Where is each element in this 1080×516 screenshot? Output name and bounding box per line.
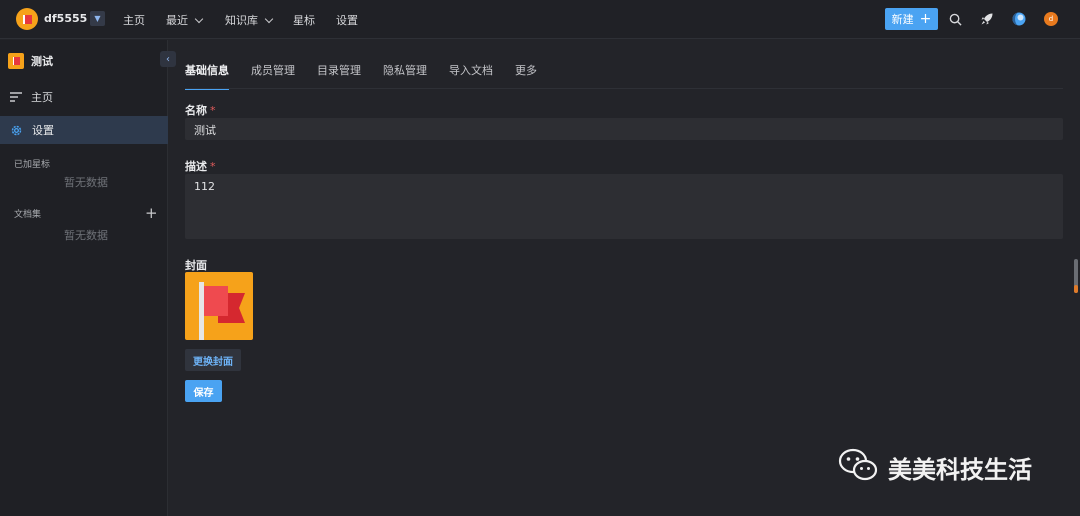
plus-icon: + xyxy=(919,11,932,27)
nav-recent[interactable]: 最近 xyxy=(166,12,204,28)
tab-basic-info[interactable]: 基础信息 xyxy=(185,62,229,90)
rocket-button[interactable] xyxy=(979,11,995,27)
section-starred-empty: 暂无数据 xyxy=(64,176,108,189)
section-collections-title: 文档集 xyxy=(14,210,42,220)
nav-home-label: 主页 xyxy=(123,14,145,27)
caret-down-icon: ▼ xyxy=(94,14,101,23)
change-cover-button[interactable]: 更换封面 xyxy=(185,349,241,371)
scrollbar-thumb[interactable] xyxy=(1074,259,1078,293)
sidebar-item-settings-label: 设置 xyxy=(32,124,54,137)
tab-members[interactable]: 成员管理 xyxy=(251,62,295,90)
workspace-name[interactable]: df5555 xyxy=(44,12,87,25)
theme-toggle-button[interactable] xyxy=(1011,11,1027,27)
tab-divider xyxy=(185,88,1063,89)
chevron-left-icon: ‹ xyxy=(166,53,170,65)
watermark: 美美科技生活 xyxy=(838,447,1032,487)
cover-image xyxy=(185,272,253,340)
rocket-icon xyxy=(981,13,993,25)
list-icon xyxy=(10,92,22,102)
search-icon xyxy=(949,13,962,26)
required-mark: * xyxy=(210,104,216,117)
gear-icon xyxy=(11,125,22,135)
book-icon xyxy=(8,53,24,69)
book-header[interactable]: 测试 xyxy=(8,53,53,69)
description-value: 112 xyxy=(194,180,215,193)
wechat-icon xyxy=(838,447,878,487)
nav-knowledge-base[interactable]: 知识库 xyxy=(225,12,274,28)
name-input-value: 测试 xyxy=(194,124,216,137)
chevron-down-icon xyxy=(194,14,204,23)
watermark-text: 美美科技生活 xyxy=(888,455,1032,484)
description-textarea[interactable]: 112 xyxy=(185,174,1063,239)
nav-settings[interactable]: 设置 xyxy=(336,12,358,28)
required-mark: * xyxy=(210,160,216,173)
sidebar-item-home[interactable]: 主页 xyxy=(0,83,168,111)
sidebar-item-settings[interactable]: 设置 xyxy=(0,116,168,144)
nav-starred-label: 星标 xyxy=(293,14,315,27)
theme-icon xyxy=(1012,12,1026,26)
nav-starred[interactable]: 星标 xyxy=(293,12,315,28)
cover-label: 封面 xyxy=(185,259,207,272)
flag-icon xyxy=(22,14,32,24)
top-bar: df5555 ▼ 主页 最近 知识库 星标 设置 新建 + d xyxy=(0,0,1080,39)
tab-import[interactable]: 导入文档 xyxy=(449,62,493,90)
search-button[interactable] xyxy=(947,11,963,27)
avatar-letter: d xyxy=(1048,15,1054,23)
nav-settings-label: 设置 xyxy=(336,14,358,27)
plus-icon: + xyxy=(145,204,158,222)
sidebar-item-home-label: 主页 xyxy=(31,91,53,104)
tab-privacy[interactable]: 隐私管理 xyxy=(383,62,427,90)
name-label-text: 名称 xyxy=(185,104,207,117)
section-collections-empty: 暂无数据 xyxy=(64,229,108,242)
workspace-dropdown-button[interactable]: ▼ xyxy=(90,11,105,26)
name-label: 名称 * xyxy=(185,102,216,118)
add-collection-button[interactable]: + xyxy=(145,204,158,222)
description-label-text: 描述 xyxy=(185,160,207,173)
save-button[interactable]: 保存 xyxy=(185,380,222,402)
chevron-down-icon xyxy=(264,14,274,23)
sidebar xyxy=(0,40,168,516)
workspace-logo[interactable] xyxy=(16,8,38,30)
description-label: 描述 * xyxy=(185,158,216,174)
nav-recent-label: 最近 xyxy=(166,14,188,27)
tab-directory[interactable]: 目录管理 xyxy=(317,62,361,90)
collapse-sidebar-button[interactable]: ‹ xyxy=(160,51,176,67)
section-starred-title: 已加星标 xyxy=(14,160,51,170)
book-title: 测试 xyxy=(31,55,53,68)
new-button-label: 新建 xyxy=(891,13,914,26)
name-input[interactable]: 测试 xyxy=(185,118,1063,140)
user-avatar[interactable]: d xyxy=(1043,11,1059,27)
new-button[interactable]: 新建 + xyxy=(885,8,938,30)
avatar: d xyxy=(1044,12,1058,26)
settings-tabs: 基础信息 成员管理 目录管理 隐私管理 导入文档 更多 xyxy=(185,62,559,90)
nav-home[interactable]: 主页 xyxy=(123,12,145,28)
tab-more[interactable]: 更多 xyxy=(515,62,537,90)
nav-knowledge-base-label: 知识库 xyxy=(225,14,258,27)
